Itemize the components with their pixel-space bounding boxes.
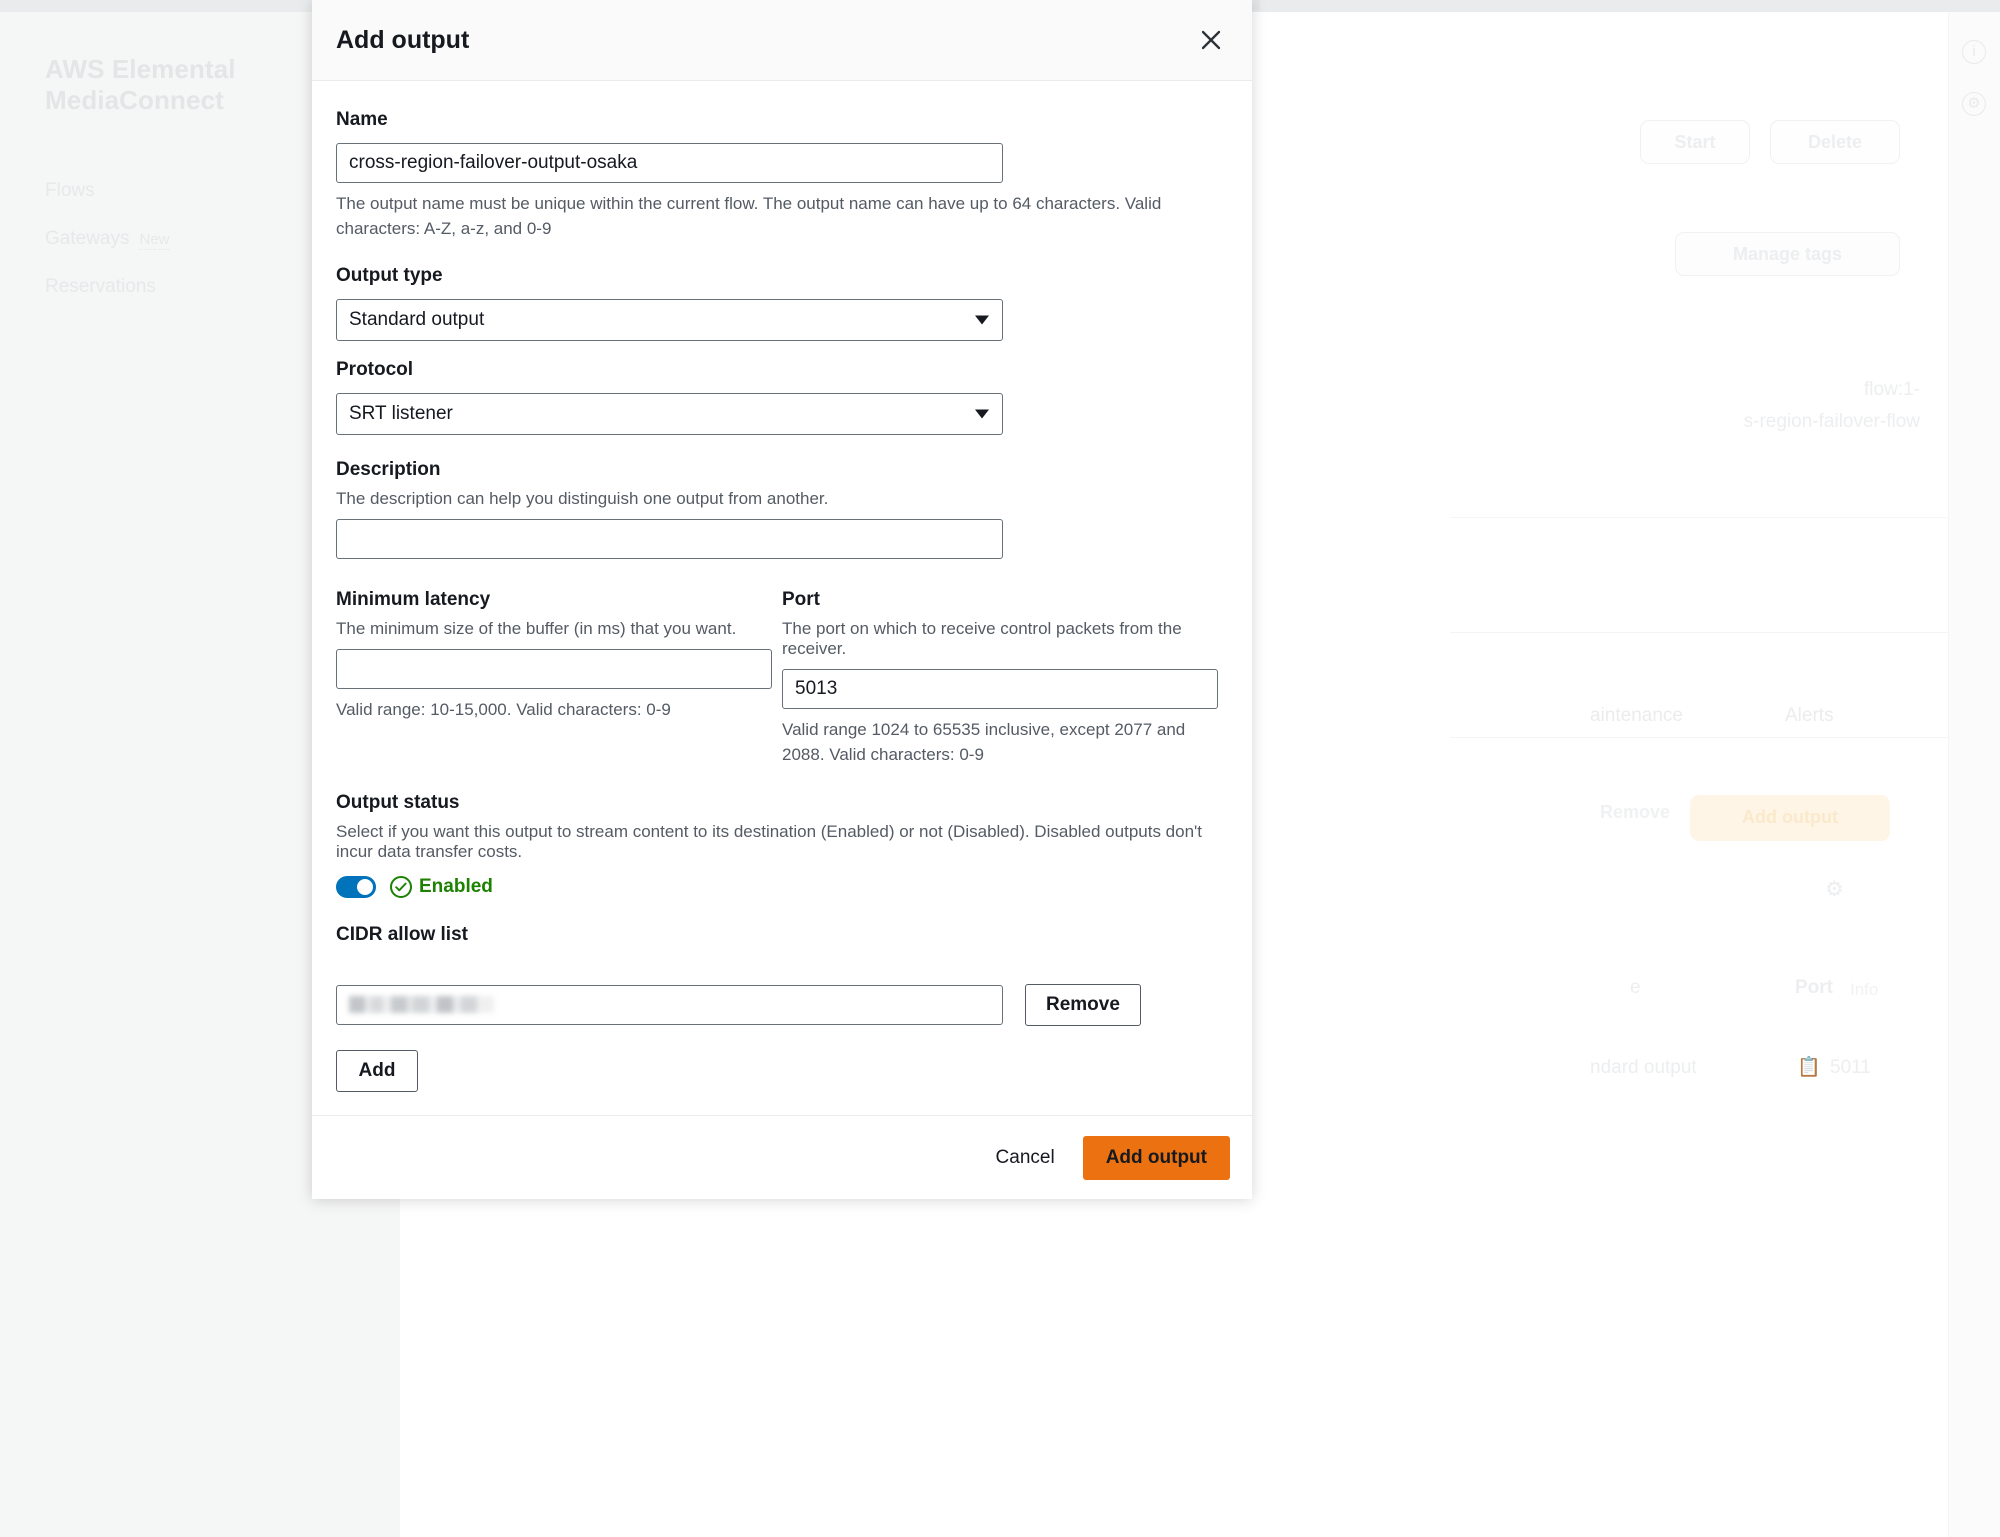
cidr-allow-list-label: CIDR allow list	[336, 923, 468, 945]
description-input[interactable]	[336, 519, 1003, 560]
latency-port-row: Minimum latency The minimum size of the …	[336, 589, 1228, 767]
cidr-input[interactable]	[336, 984, 1003, 1025]
add-output-modal: Add output Name The output name must be …	[312, 0, 1252, 1199]
protocol-select-wrapper: SRT listener	[336, 393, 1003, 436]
minimum-latency-label: Minimum latency	[336, 589, 491, 611]
chevron-down-icon	[975, 315, 989, 325]
output-status-sublabel: Select if you want this output to stream…	[336, 821, 1203, 861]
close-icon[interactable]	[1194, 23, 1228, 57]
tab-maintenance[interactable]: aintenance	[1590, 705, 1683, 727]
table-column-port: Port	[1795, 977, 1833, 998]
copy-icon[interactable]: 📋	[1797, 1055, 1821, 1079]
output-type-select[interactable]: Standard output	[336, 299, 1003, 342]
minimum-latency-input[interactable]	[336, 649, 772, 690]
sidebar-item-badge-new: New	[139, 231, 170, 250]
check-circle-icon	[390, 875, 412, 898]
cancel-button[interactable]: Cancel	[990, 1146, 1061, 1170]
start-button[interactable]: Start	[1640, 120, 1750, 164]
sidebar-item-label: Reservations	[45, 276, 156, 297]
flow-arn-line2: s-region-failover-flow	[1743, 411, 1920, 432]
redacted-value	[349, 996, 494, 1014]
minimum-latency-sublabel: The minimum size of the buffer (in ms) t…	[336, 619, 737, 639]
settings-icon[interactable]: ⚙	[1962, 92, 1986, 116]
flow-arn-line1: flow:1-	[1864, 379, 1920, 400]
name-hint: The output name must be unique within th…	[336, 194, 1162, 238]
protocol-label: Protocol	[336, 359, 414, 381]
modal-footer: Cancel Add output	[312, 1115, 1252, 1199]
add-output-submit-button[interactable]: Add output	[1082, 1135, 1230, 1180]
cidr-add-button[interactable]: Add	[336, 1049, 418, 1092]
cidr-remove-button[interactable]: Remove	[1025, 983, 1141, 1026]
background-add-output-button[interactable]: Add output	[1690, 795, 1890, 841]
app-brand-title: AWS Elemental MediaConnect	[45, 54, 236, 116]
chevron-down-icon	[975, 409, 989, 419]
cidr-entry-row: Remove	[336, 983, 1228, 1026]
divider	[1450, 632, 2000, 633]
right-rail: i ⚙	[1948, 12, 2000, 1537]
table-cell-port: 5011	[1830, 1057, 1871, 1078]
output-status-label: Output status	[336, 791, 460, 813]
info-icon[interactable]: i	[1962, 40, 1986, 64]
output-status-row: Enabled	[336, 875, 1228, 898]
divider	[1450, 517, 2000, 518]
port-group: Port The port on which to receive contro…	[782, 589, 1228, 767]
sidebar-item-label: Flows	[45, 180, 95, 201]
port-sublabel: The port on which to receive control pac…	[782, 619, 1182, 659]
manage-tags-button[interactable]: Manage tags	[1675, 232, 1900, 276]
modal-title: Add output	[336, 25, 470, 54]
gear-icon[interactable]: ⚙	[1825, 877, 1844, 902]
toggle-knob	[357, 878, 373, 895]
protocol-select[interactable]: SRT listener	[336, 393, 1003, 436]
output-type-value: Standard output	[349, 309, 485, 331]
table-column-info: Info	[1850, 980, 1879, 999]
divider	[1450, 737, 2000, 738]
port-label: Port	[782, 589, 820, 611]
sidebar-item-label: Gateways	[45, 228, 130, 249]
modal-header: Add output	[312, 0, 1252, 81]
port-input[interactable]	[782, 669, 1218, 710]
description-sublabel: The description can help you distinguish…	[336, 489, 829, 509]
description-label: Description	[336, 459, 441, 481]
output-name-input[interactable]	[336, 143, 1003, 183]
tab-alerts[interactable]: Alerts	[1785, 705, 1834, 727]
table-column-type: e	[1630, 977, 1641, 998]
output-status-text: Enabled	[419, 875, 493, 897]
name-label: Name	[336, 109, 388, 130]
delete-button[interactable]: Delete	[1770, 120, 1900, 164]
output-type-select-wrapper: Standard output	[336, 299, 1003, 342]
output-status-toggle[interactable]	[336, 875, 376, 898]
port-hint: Valid range 1024 to 65535 inclusive, exc…	[782, 720, 1186, 764]
minimum-latency-hint: Valid range: 10-15,000. Valid characters…	[336, 700, 671, 720]
output-type-label: Output type	[336, 265, 443, 287]
background-remove-button[interactable]: Remove	[1600, 802, 1670, 823]
modal-body: Name The output name must be unique with…	[312, 81, 1252, 1115]
table-cell-type: ndard output	[1590, 1057, 1697, 1078]
minimum-latency-group: Minimum latency The minimum size of the …	[336, 589, 782, 767]
protocol-value: SRT listener	[349, 403, 453, 425]
